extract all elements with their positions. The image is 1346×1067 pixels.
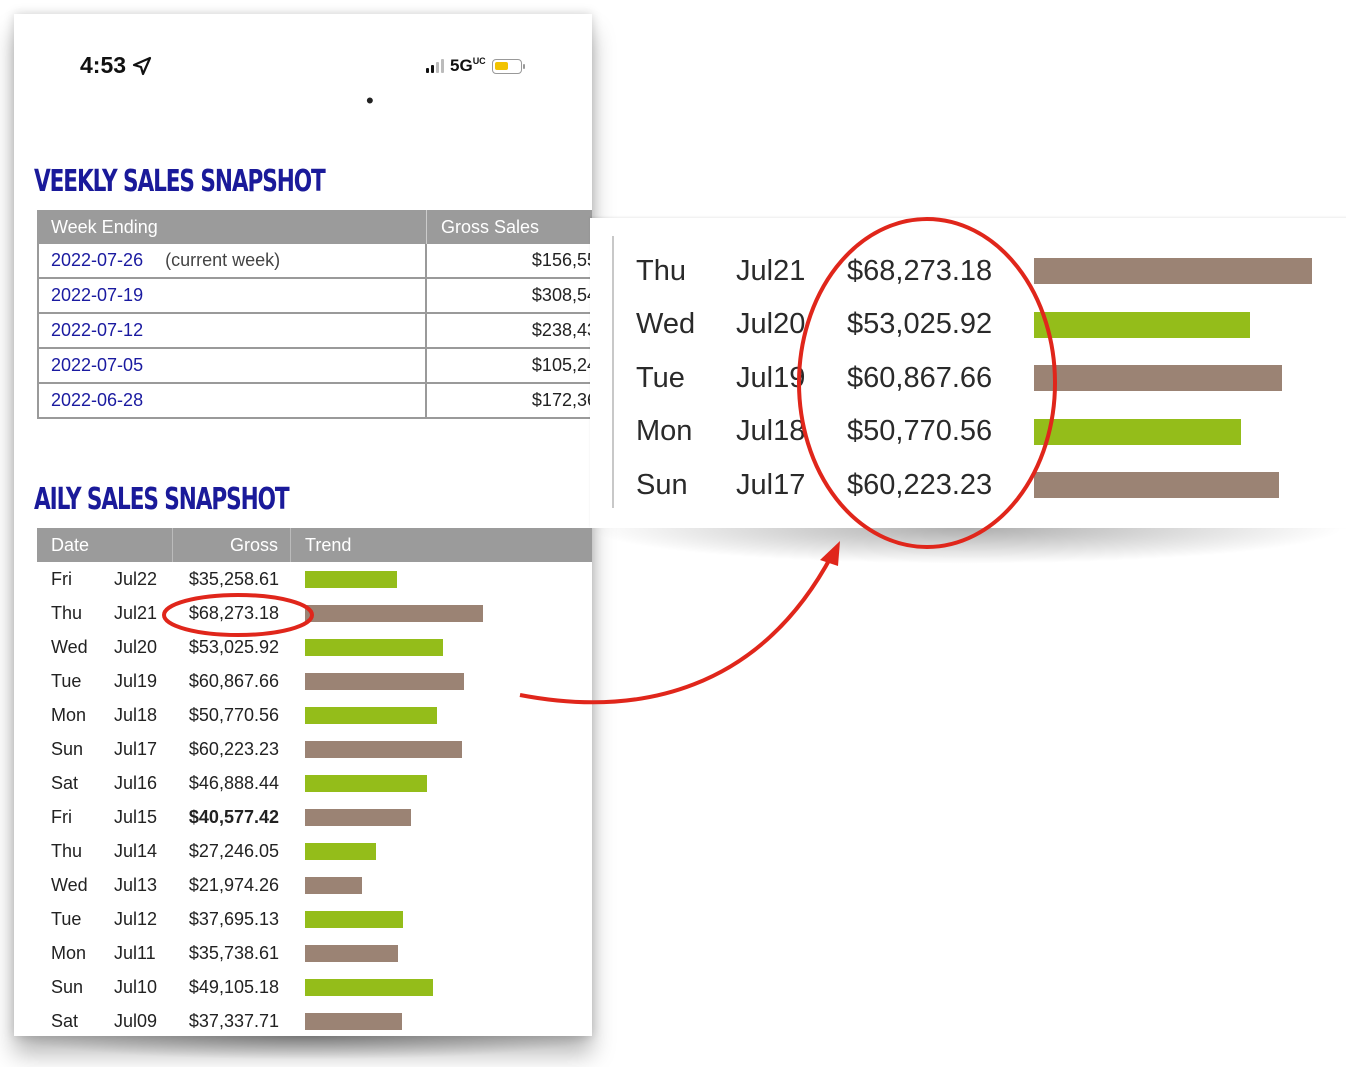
- annotation-layer: [162, 217, 1057, 705]
- annotation-arrow: [519, 554, 834, 705]
- highlight-circle-small: [162, 593, 314, 637]
- highlight-circle-large: [797, 217, 1057, 549]
- arrow-head-icon: [820, 541, 840, 566]
